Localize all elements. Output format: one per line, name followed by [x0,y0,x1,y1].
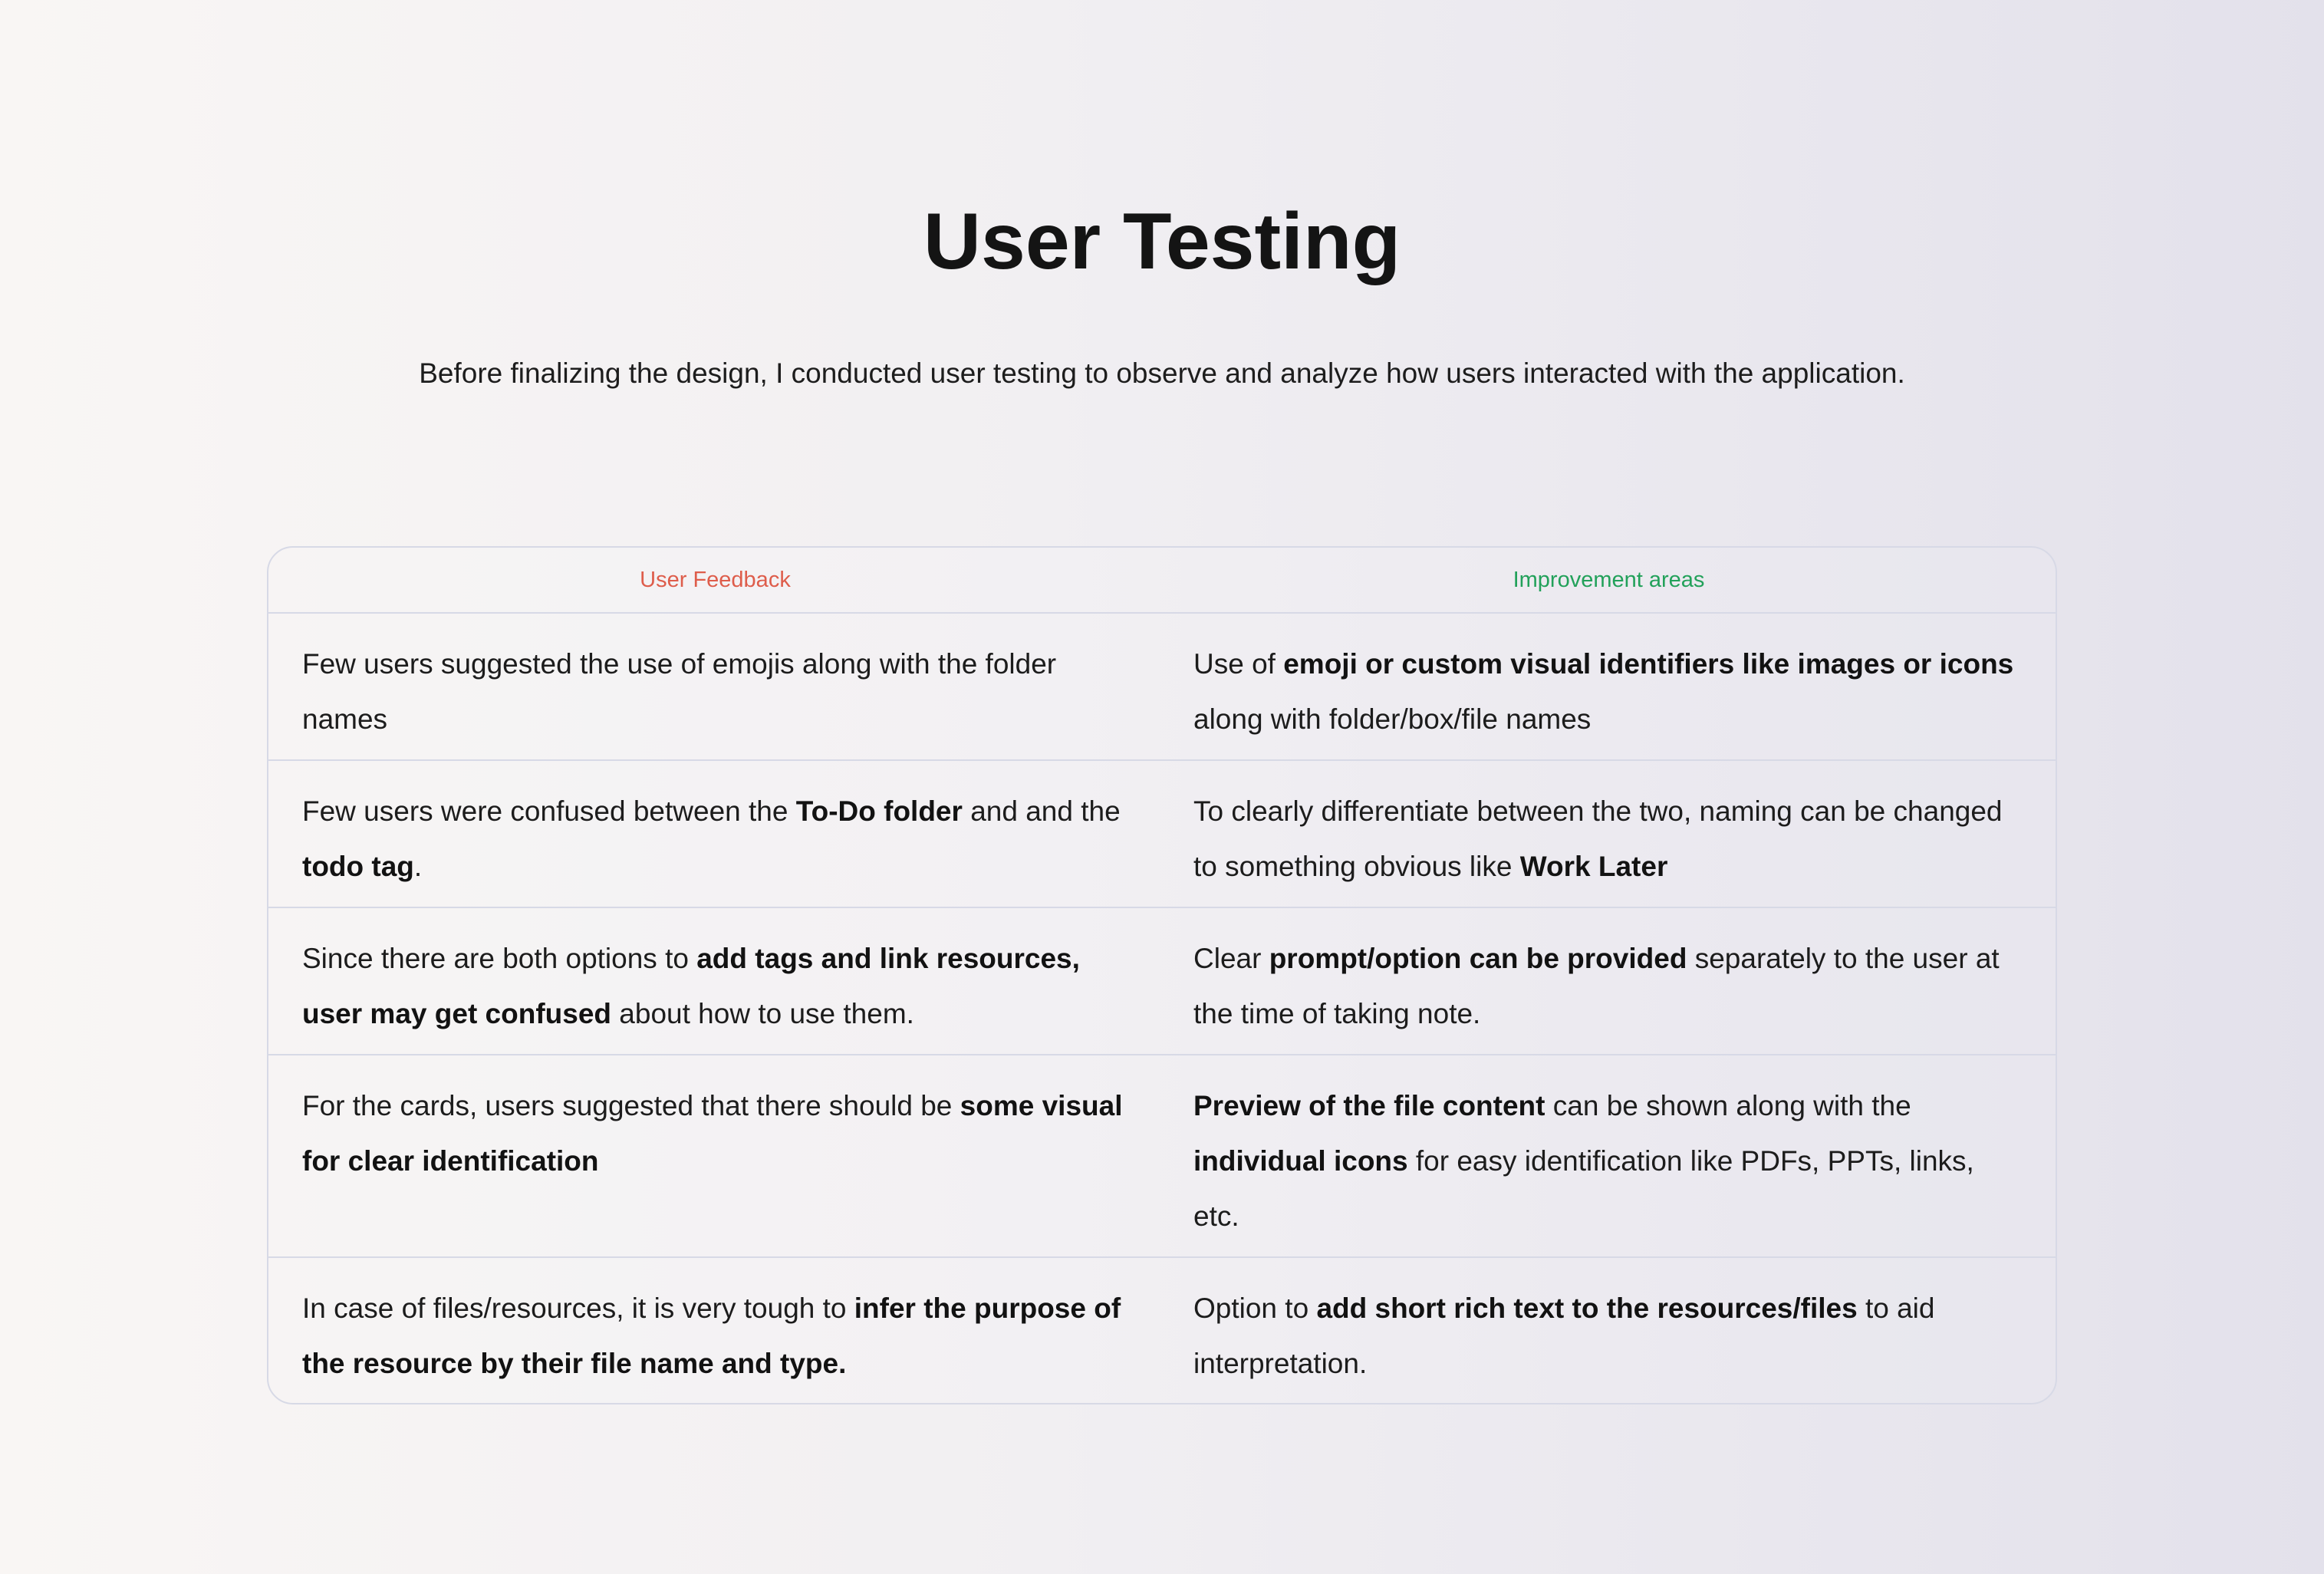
cell-text: Few users were confused between the [302,795,796,827]
page-subtitle: Before finalizing the design, I conducte… [419,357,1905,389]
table-row: Few users were confused between the To-D… [268,761,2056,908]
feedback-cell: In case of files/resources, it is very t… [268,1258,1162,1403]
table-row: Since there are both options to add tags… [268,908,2056,1055]
emphasis-text: add short rich text to the resources/fil… [1316,1292,1858,1324]
cell-text: Option to [1193,1292,1317,1324]
improvement-cell: Use of emoji or custom visual identifier… [1162,614,2056,759]
cell-text: Since there are both options to [302,943,697,974]
improvement-cell: To clearly differentiate between the two… [1162,761,2056,907]
cell-text: Use of [1193,648,1284,680]
page-title: User Testing [923,197,1401,286]
feedback-cell: Few users were confused between the To-D… [268,761,1162,907]
emphasis-text: individual icons [1193,1145,1408,1177]
cell-text: In case of files/resources, it is very t… [302,1292,854,1324]
cell-text: about how to use them. [611,998,914,1029]
emphasis-text: Work Later [1519,851,1668,882]
cell-text: Few users suggested the use of emojis al… [302,648,1057,735]
emphasis-text: To-Do folder [795,795,963,827]
emphasis-text: emoji or custom visual identifiers like … [1283,648,2014,680]
cell-text: can be shown along with the [1545,1090,1911,1121]
cell-text: along with folder/box/file names [1193,703,1592,735]
cell-text: . [413,851,423,882]
improvement-cell: Option to add short rich text to the res… [1162,1258,2056,1403]
emphasis-text: prompt/option can be provided [1269,943,1687,974]
table-header-row: User Feedback Improvement areas [268,548,2056,614]
table-row: Few users suggested the use of emojis al… [268,614,2056,761]
cell-text: Clear [1193,943,1269,974]
header-improvement-areas: Improvement areas [1513,567,1705,592]
table-row: In case of files/resources, it is very t… [268,1258,2056,1403]
header-user-feedback: User Feedback [640,567,791,592]
user-testing-table: User Feedback Improvement areas Few user… [267,546,2057,1404]
improvement-cell: Preview of the file content can be shown… [1162,1055,2056,1256]
cell-text: For the cards, users suggested that ther… [302,1090,960,1121]
table-row: For the cards, users suggested that ther… [268,1055,2056,1258]
cell-text: and and the [962,795,1121,827]
feedback-cell: Few users suggested the use of emojis al… [268,614,1162,759]
emphasis-text: Preview of the file content [1193,1090,1545,1121]
emphasis-text: todo tag [302,851,414,882]
feedback-cell: For the cards, users suggested that ther… [268,1055,1162,1256]
feedback-cell: Since there are both options to add tags… [268,908,1162,1054]
improvement-cell: Clear prompt/option can be provided sepa… [1162,908,2056,1054]
